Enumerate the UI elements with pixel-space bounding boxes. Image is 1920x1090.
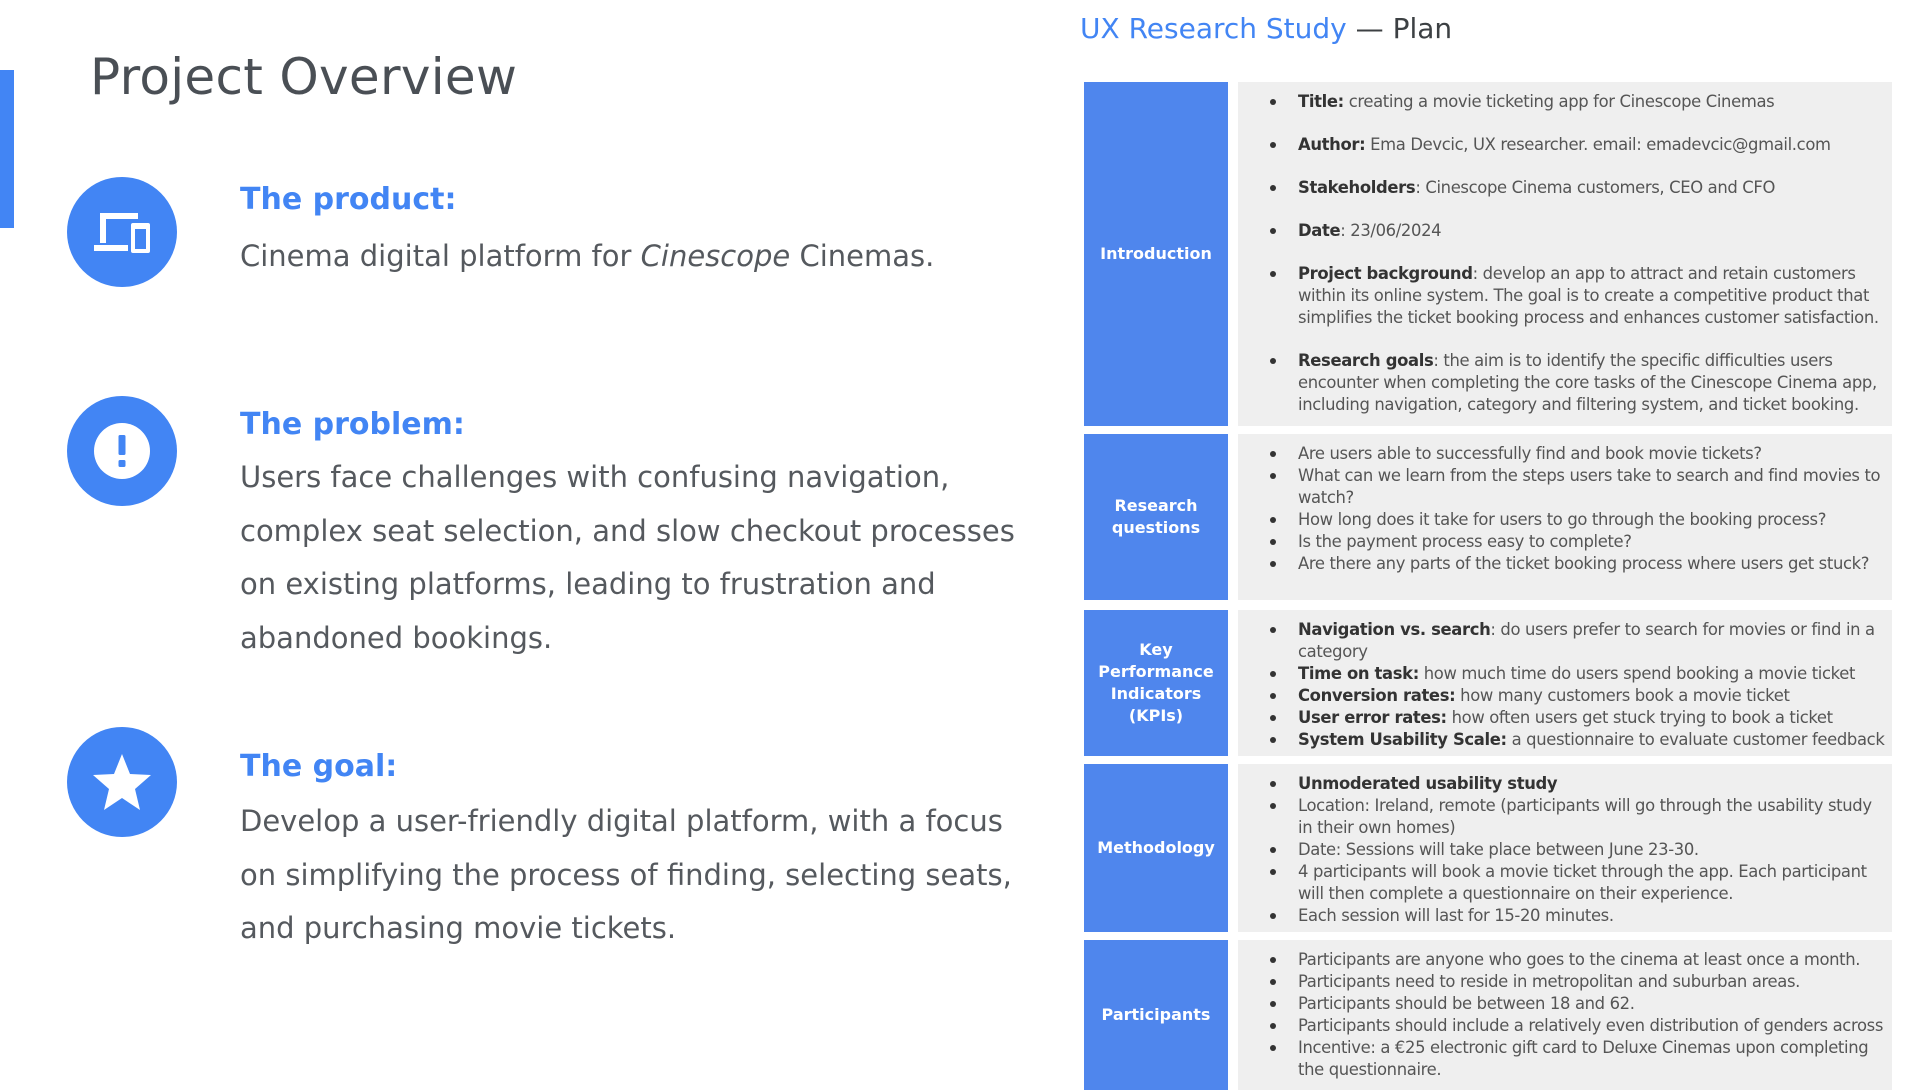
row-label: Key Performance Indicators (KPIs) — [1084, 610, 1228, 756]
plan-row-research-questions: Research questions Are users able to suc… — [1084, 434, 1892, 600]
bullet-list: Title: creating a movie ticketing app fo… — [1268, 91, 1888, 416]
bullet-item-text: Participants should be between 18 and 62… — [1298, 994, 1635, 1013]
bullet-item: Participants should be between 18 and 62… — [1268, 993, 1888, 1015]
bullet-item-text: creating a movie ticketing app for Cines… — [1343, 92, 1775, 111]
bullet-item: User error rates: how often users get st… — [1268, 707, 1888, 729]
product-body-text-end: Cinemas. — [790, 239, 935, 273]
plan-row-introduction: Introduction Title: creating a movie tic… — [1084, 82, 1892, 426]
bullet-item-text: how often users get stuck trying to book… — [1446, 708, 1833, 727]
bullet-item: Each session will last for 15-20 minutes… — [1268, 905, 1888, 927]
star-icon — [67, 727, 177, 837]
plan-row-participants: Participants Participants are anyone who… — [1084, 940, 1892, 1090]
bullet-item: Participants need to reside in metropoli… — [1268, 971, 1888, 993]
bullet-item-key: Stakeholders — [1298, 178, 1416, 197]
bullet-item: Participants are anyone who goes to the … — [1268, 949, 1888, 971]
bullet-list: Unmoderated usability study Location: Ire… — [1268, 773, 1888, 927]
bullet-item-key: User error rates: — [1298, 708, 1447, 727]
bullet-item-text: : Cinescope Cinema customers, CEO and CF… — [1415, 178, 1776, 197]
bullet-item-text: how many customers book a movie ticket — [1455, 686, 1790, 705]
bullet-item-text: Incentive: a €25 electronic gift card to… — [1298, 1038, 1869, 1079]
page-title: Project Overview — [90, 48, 518, 106]
bullet-item: Time on task: how much time do users spe… — [1268, 663, 1888, 685]
bullet-item-text: Participants are anyone who goes to the … — [1298, 950, 1861, 969]
bullet-item: Research goals: the aim is to identify t… — [1268, 350, 1888, 416]
row-label: Research questions — [1084, 434, 1228, 600]
bullet-item: System Usability Scale: a questionnaire … — [1268, 729, 1888, 751]
bullet-item-text: Location: Ireland, remote (participants … — [1298, 796, 1872, 837]
bullet-item-key: Navigation vs. search — [1298, 620, 1491, 639]
product-heading: The product: — [240, 182, 457, 217]
plan-title: UX Research Study — Plan — [1080, 12, 1452, 45]
bullet-item-key: Conversion rates: — [1298, 686, 1456, 705]
plan-title-sub: Plan — [1392, 12, 1453, 45]
bullet-item-key: Unmoderated usability study — [1298, 774, 1558, 793]
row-content: Unmoderated usability study Location: Ire… — [1238, 764, 1892, 932]
row-content: Participants are anyone who goes to the … — [1238, 940, 1892, 1090]
plan-title-separator: — — [1346, 12, 1393, 45]
product-body-brand: Cinescope — [640, 239, 791, 273]
bullet-item-text: Participants need to reside in metropoli… — [1298, 972, 1801, 991]
plan-row-methodology: Methodology Unmoderated usability study L… — [1084, 764, 1892, 932]
bullet-item-text: Date: Sessions will take place between J… — [1298, 840, 1699, 859]
bullet-item-text: Is the payment process easy to complete? — [1298, 532, 1632, 551]
plan-title-main: UX Research Study — [1080, 12, 1347, 45]
bullet-item-text: Participants should include a relatively… — [1298, 1016, 1884, 1035]
product-body-text: Cinema digital platform for — [240, 239, 641, 273]
bullet-list: Are users able to successfully find and … — [1268, 443, 1888, 575]
bullet-list: Participants are anyone who goes to the … — [1268, 949, 1888, 1081]
row-label: Introduction — [1084, 82, 1228, 426]
bullet-item-key: Date — [1298, 221, 1341, 240]
bullet-item-key: Title: — [1298, 92, 1344, 111]
devices-icon — [67, 177, 177, 287]
bullet-item: Date: Sessions will take place between J… — [1268, 839, 1888, 861]
bullet-item-key: System Usability Scale: — [1298, 730, 1507, 749]
plan-row-kpis: Key Performance Indicators (KPIs) Naviga… — [1084, 610, 1892, 756]
bullet-item: Conversion rates: how many customers boo… — [1268, 685, 1888, 707]
bullet-item: Unmoderated usability study — [1268, 773, 1888, 795]
row-content: Title: creating a movie ticketing app fo… — [1238, 82, 1892, 426]
bullet-item: Is the payment process easy to complete? — [1268, 531, 1888, 553]
bullet-item: Title: creating a movie ticketing app fo… — [1268, 91, 1888, 113]
bullet-item-text: Ema Devcic, UX researcher. email: emadev… — [1365, 135, 1831, 154]
bullet-item: Navigation vs. search: do users prefer t… — [1268, 619, 1888, 663]
bullet-item-text: : 23/06/2024 — [1340, 221, 1442, 240]
bullet-item-text: Are users able to successfully find and … — [1298, 444, 1762, 463]
bullet-item: Stakeholders: Cinescope Cinema customers… — [1268, 177, 1888, 199]
bullet-item: 4 participants will book a movie ticket … — [1268, 861, 1888, 905]
product-body: Cinema digital platform for Cinescope Ci… — [240, 230, 1040, 284]
bullet-item-text: What can we learn from the steps users t… — [1298, 466, 1881, 507]
problem-heading: The problem: — [240, 407, 465, 442]
bullet-item-key: Project background — [1298, 264, 1473, 283]
bullet-item: How long does it take for users to go th… — [1268, 509, 1888, 531]
bullet-item-text: how much time do users spend booking a m… — [1418, 664, 1856, 683]
accent-bar — [0, 70, 14, 228]
bullet-item: Date: 23/06/2024 — [1268, 220, 1888, 242]
bullet-item: Incentive: a €25 electronic gift card to… — [1268, 1037, 1888, 1081]
bullet-item-text: Are there any parts of the ticket bookin… — [1298, 554, 1870, 573]
bullet-item: What can we learn from the steps users t… — [1268, 465, 1888, 509]
bullet-item: Project background: develop an app to at… — [1268, 263, 1888, 329]
bullet-item: Location: Ireland, remote (participants … — [1268, 795, 1888, 839]
problem-body: Users face challenges with confusing nav… — [240, 460, 1015, 655]
row-label: Participants — [1084, 940, 1228, 1090]
bullet-item: Participants should include a relatively… — [1268, 1015, 1888, 1037]
bullet-item: Are users able to successfully find and … — [1268, 443, 1888, 465]
goal-heading: The goal: — [240, 749, 398, 784]
bullet-item: Author: Ema Devcic, UX researcher. email… — [1268, 134, 1888, 156]
row-content: Navigation vs. search: do users prefer t… — [1238, 610, 1892, 756]
row-label: Methodology — [1084, 764, 1228, 932]
bullet-item: Are there any parts of the ticket bookin… — [1268, 553, 1888, 575]
bullet-item-text: a questionnaire to evaluate customer fee… — [1506, 730, 1885, 749]
goal-body: Develop a user-friendly digital platform… — [240, 804, 1012, 945]
exclamation-icon — [67, 396, 177, 506]
row-content: Are users able to successfully find and … — [1238, 434, 1892, 600]
bullet-item-key: Research goals — [1298, 351, 1434, 370]
bullet-list: Navigation vs. search: do users prefer t… — [1268, 619, 1888, 751]
bullet-item-key: Time on task: — [1298, 664, 1419, 683]
bullet-item-text: How long does it take for users to go th… — [1298, 510, 1827, 529]
bullet-item-text: Each session will last for 15-20 minutes… — [1298, 906, 1614, 925]
bullet-item-key: Author: — [1298, 135, 1366, 154]
bullet-item-text: 4 participants will book a movie ticket … — [1298, 862, 1867, 903]
